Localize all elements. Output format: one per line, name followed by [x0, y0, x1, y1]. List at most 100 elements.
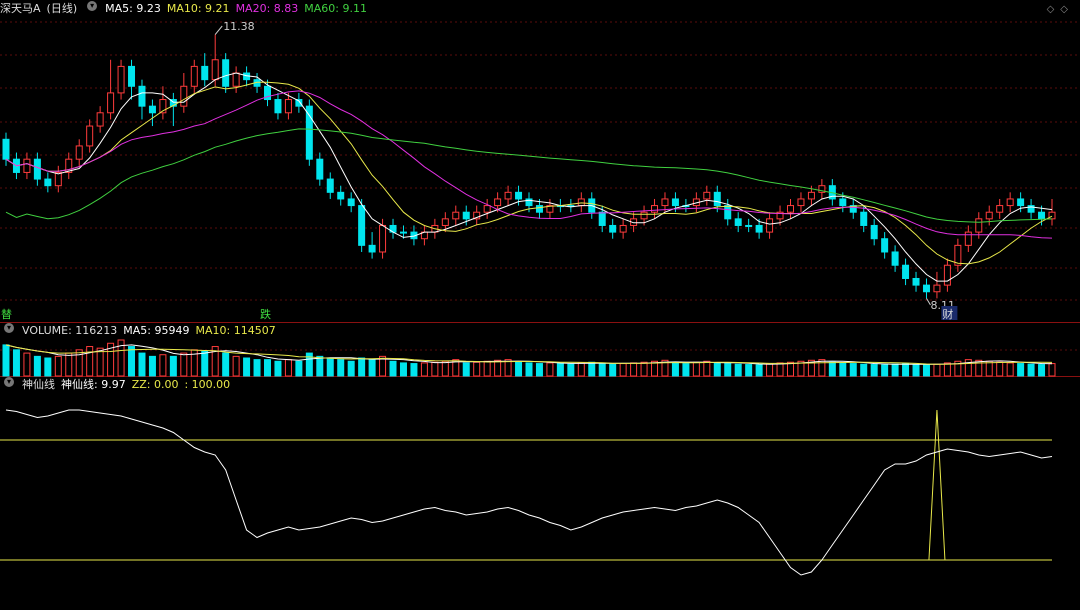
volume-bar	[849, 363, 857, 377]
volume-bar	[44, 357, 52, 377]
volume-bar	[515, 361, 523, 377]
volume-bar	[828, 361, 836, 377]
volume-bar	[598, 363, 606, 377]
volume-bar	[180, 352, 188, 377]
candle-body	[766, 218, 774, 233]
candle-body	[1048, 211, 1056, 220]
volume-bar	[253, 359, 261, 377]
candle-body	[1017, 198, 1025, 207]
volume-bar	[128, 346, 136, 377]
candle-body	[201, 65, 209, 81]
candle-body	[128, 65, 136, 87]
volume-bar	[724, 363, 732, 377]
volume-bar	[985, 360, 993, 377]
volume-bar	[870, 364, 878, 377]
volume-bar	[776, 362, 784, 377]
candle-body	[33, 158, 41, 180]
volume-bar	[96, 347, 104, 377]
candle-body	[274, 99, 282, 114]
volume-bar	[1048, 363, 1056, 377]
volume-bar	[54, 355, 62, 377]
volume-bar	[766, 363, 774, 377]
volume-bar	[274, 360, 282, 377]
candle-body	[713, 191, 721, 207]
candle-body	[107, 92, 115, 114]
candle-body	[651, 205, 659, 213]
volume-bar	[943, 362, 951, 377]
candle-body	[232, 72, 240, 87]
candle-body	[902, 264, 910, 279]
volume-bar	[494, 359, 502, 377]
volume-bar	[567, 363, 575, 377]
candle-body	[598, 211, 606, 226]
volume-bar	[1006, 362, 1014, 377]
candle-body	[379, 224, 387, 253]
volume-bar	[483, 360, 491, 377]
volume-bar	[839, 362, 847, 377]
stock-chart-canvas[interactable]: 11.388.11替跌财	[0, 0, 1080, 610]
volume-bar	[441, 360, 449, 377]
volume-bar	[201, 350, 209, 377]
candle-body	[494, 198, 502, 207]
candle-body	[305, 105, 313, 160]
candle-body	[368, 244, 376, 253]
volume-bar	[159, 354, 167, 377]
candle-body	[462, 211, 470, 220]
volume-bar	[535, 363, 543, 377]
candle-body	[452, 211, 460, 220]
candle-body	[222, 59, 230, 87]
candle-body	[671, 198, 679, 207]
volume-bar	[902, 363, 910, 377]
candle-body	[504, 191, 512, 200]
candle-body	[86, 125, 94, 147]
candle-body	[483, 205, 491, 213]
candle-body	[138, 85, 146, 107]
volume-bar	[368, 359, 376, 377]
volume-bar	[755, 364, 763, 377]
volume-bar	[75, 349, 83, 377]
volume-bar	[33, 355, 41, 377]
volume-bar	[787, 361, 794, 377]
candle-body	[807, 191, 815, 200]
candle-body	[985, 211, 993, 220]
candle-body	[964, 231, 972, 246]
volume-bar	[556, 363, 564, 377]
volume-bar	[881, 364, 889, 377]
volume-bar	[138, 352, 146, 377]
candle-body	[211, 59, 219, 81]
volume-bar	[86, 346, 94, 377]
volume-bar	[912, 364, 920, 377]
indicator-line	[5, 409, 1053, 576]
volume-bar	[609, 363, 617, 377]
volume-bar	[1038, 364, 1046, 377]
candle-body	[399, 231, 407, 234]
candle-body	[724, 205, 732, 220]
marker-right: 财	[942, 307, 953, 321]
candle-body	[891, 251, 899, 266]
volume-bar	[745, 364, 753, 377]
volume-bar	[682, 363, 690, 377]
candle-body	[933, 284, 941, 293]
volume-bar	[232, 355, 240, 377]
volume-bar	[630, 362, 638, 377]
candle-body	[180, 85, 188, 107]
volume-bar	[619, 363, 627, 377]
candle-body	[839, 198, 847, 207]
volume-bar	[713, 362, 721, 377]
high-price-pointer	[214, 25, 223, 35]
candle-body	[23, 158, 31, 173]
volume-bar	[284, 359, 292, 377]
volume-bar	[734, 363, 742, 377]
candle-body	[358, 205, 366, 246]
volume-bar	[546, 362, 554, 377]
candle-body	[577, 198, 585, 207]
volume-bar	[169, 355, 177, 377]
candle-body	[734, 218, 742, 226]
volume-bar	[337, 359, 345, 377]
volume-bar	[12, 349, 20, 377]
candle-body	[441, 218, 449, 226]
volume-bar	[347, 360, 355, 377]
candle-body	[640, 211, 648, 220]
candle-body	[316, 158, 324, 180]
volume-bar	[577, 362, 585, 377]
